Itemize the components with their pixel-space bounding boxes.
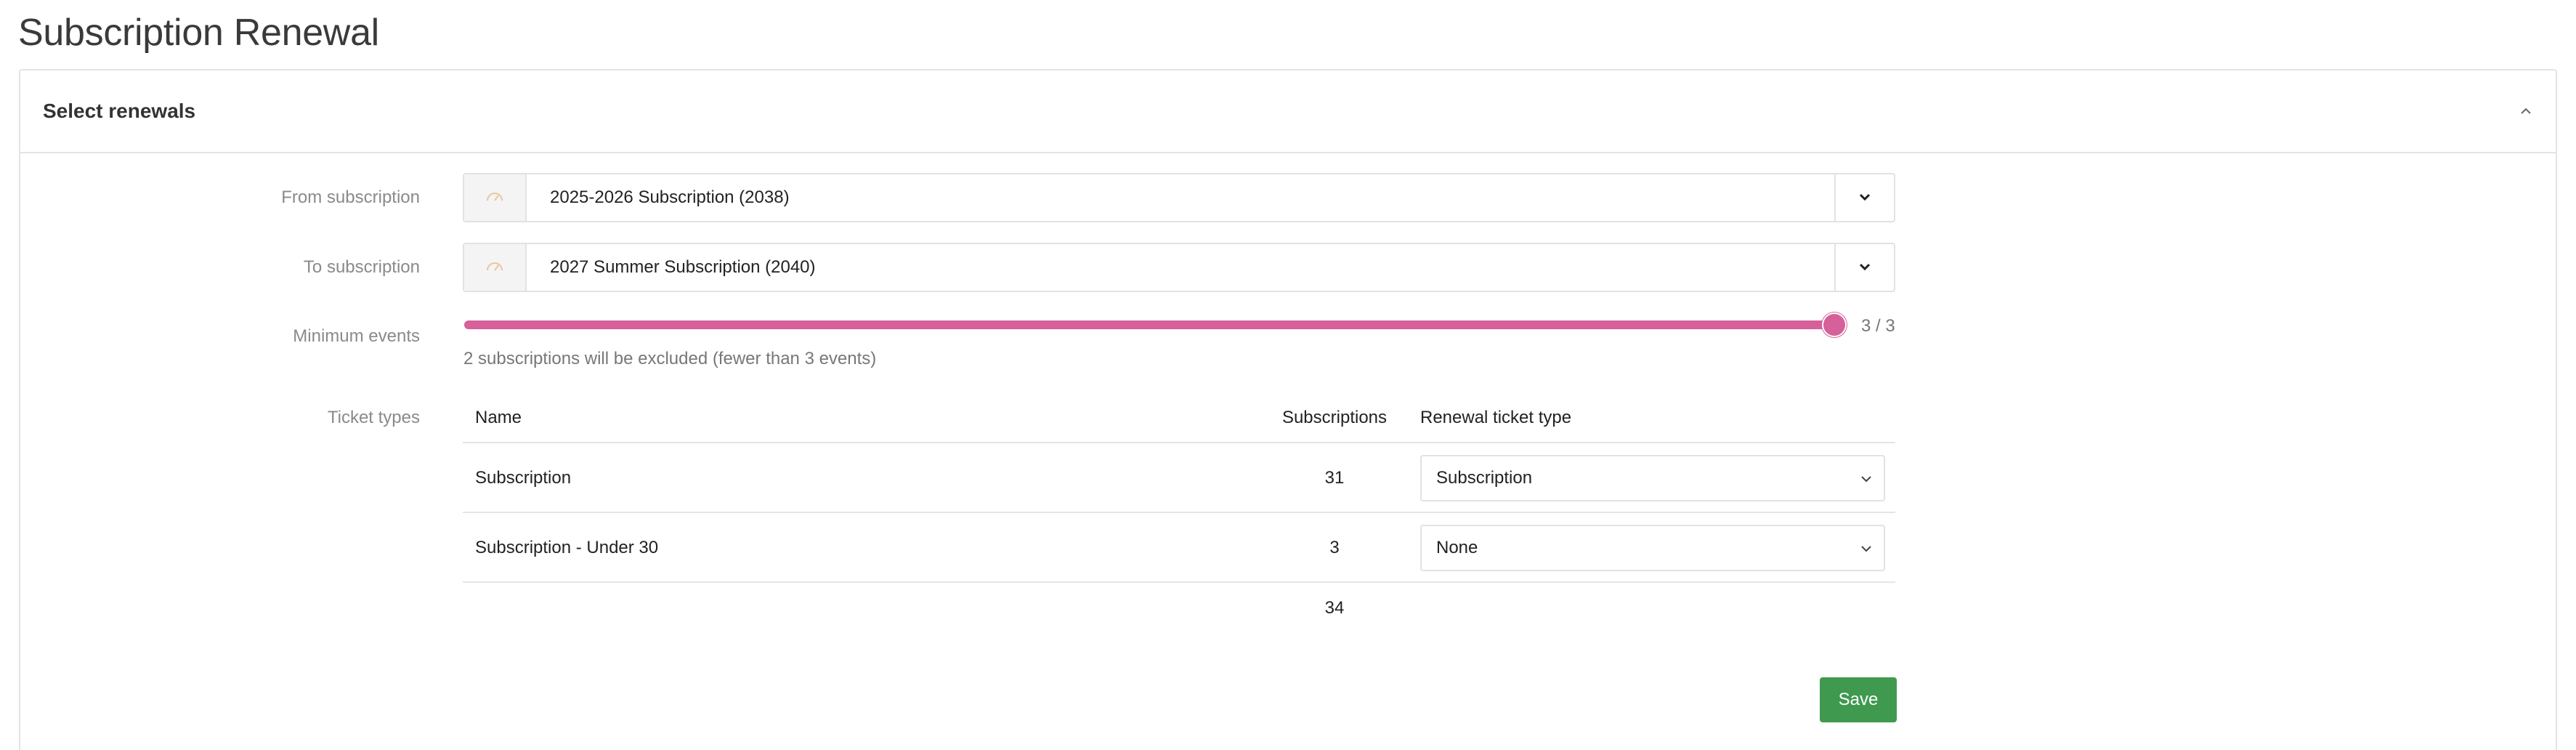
minimum-events-help: 2 subscriptions will be excluded (fewer … bbox=[463, 349, 877, 368]
ticket-type-name: Subscription - Under 30 bbox=[475, 538, 659, 557]
to-subscription-select[interactable]: 2027 Summer Subscription (2040) bbox=[463, 243, 1895, 292]
chevron-down-icon bbox=[1859, 193, 1871, 201]
renewal-ticket-type-select[interactable]: None bbox=[1420, 525, 1885, 571]
minimum-events-slider-fill bbox=[464, 320, 1834, 329]
chevron-down-icon bbox=[1861, 476, 1871, 483]
chevron-down-icon bbox=[1859, 263, 1871, 271]
minimum-events-value: 3 / 3 bbox=[1861, 316, 1895, 336]
from-subscription-dropdown[interactable] bbox=[1834, 174, 1894, 221]
from-subscription-value: 2025-2026 Subscription (2038) bbox=[550, 188, 790, 207]
gauge-icon bbox=[487, 262, 503, 271]
panel-title: Select renewals bbox=[43, 100, 196, 122]
renewal-ticket-type-value: Subscription bbox=[1436, 468, 1533, 488]
subscriptions-total: 34 bbox=[1324, 598, 1345, 618]
renewal-ticket-type-select[interactable]: Subscription bbox=[1420, 455, 1885, 501]
table-row: Subscription 31 Subscription bbox=[463, 443, 1895, 513]
column-header-name: Name bbox=[475, 408, 522, 427]
chevron-up-icon[interactable] bbox=[2518, 104, 2534, 118]
chevron-down-icon bbox=[1861, 546, 1871, 552]
table-header: Name Subscriptions Renewal ticket type bbox=[463, 398, 1895, 443]
from-subscription-addon bbox=[464, 174, 527, 221]
save-button[interactable]: Save bbox=[1820, 677, 1897, 722]
renewal-ticket-type-value: None bbox=[1436, 538, 1478, 557]
ticket-type-name: Subscription bbox=[475, 468, 572, 488]
minimum-events-slider-handle[interactable] bbox=[1822, 312, 1847, 337]
to-subscription-dropdown[interactable] bbox=[1834, 244, 1894, 291]
minimum-events-label: Minimum events bbox=[293, 326, 420, 346]
panel-header[interactable]: Select renewals bbox=[20, 70, 2556, 153]
page-title: Subscription Renewal bbox=[18, 12, 379, 54]
to-subscription-value: 2027 Summer Subscription (2040) bbox=[550, 257, 816, 277]
table-row: Subscription - Under 30 3 None bbox=[463, 513, 1895, 583]
ticket-types-table: Name Subscriptions Renewal ticket type S… bbox=[463, 398, 1895, 583]
to-subscription-addon bbox=[464, 244, 527, 291]
gauge-icon bbox=[487, 193, 503, 201]
to-subscription-label: To subscription bbox=[303, 257, 420, 277]
from-subscription-select[interactable]: 2025-2026 Subscription (2038) bbox=[463, 173, 1895, 222]
ticket-types-label: Ticket types bbox=[327, 408, 420, 427]
from-subscription-label: From subscription bbox=[281, 188, 420, 207]
minimum-events-slider-track[interactable] bbox=[464, 320, 1834, 329]
column-header-renewal-ticket-type: Renewal ticket type bbox=[1420, 408, 1572, 427]
